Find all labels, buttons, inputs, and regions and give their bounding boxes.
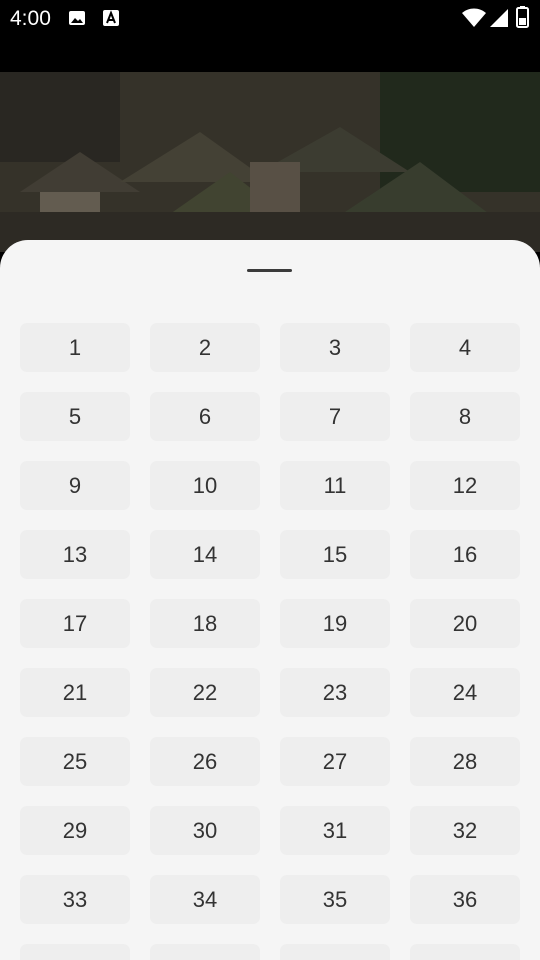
number-tile[interactable]: 30 [150,806,260,855]
number-tile[interactable]: 2 [150,323,260,372]
number-tile[interactable]: 1 [20,323,130,372]
number-tile[interactable]: 29 [20,806,130,855]
number-tile[interactable]: 7 [280,392,390,441]
number-tile[interactable]: 28 [410,737,520,786]
number-tile[interactable]: 27 [280,737,390,786]
number-tile[interactable]: 10 [150,461,260,510]
number-tile[interactable]: 6 [150,392,260,441]
status-bar: 4:00 [0,0,540,72]
background-photo [0,72,540,252]
number-tile[interactable]: 8 [410,392,520,441]
number-tile[interactable]: 17 [20,599,130,648]
number-tile[interactable]: 13 [20,530,130,579]
number-tile[interactable]: 19 [280,599,390,648]
signal-icon [489,8,509,28]
number-tile[interactable]: 34 [150,875,260,924]
number-tile[interactable]: 15 [280,530,390,579]
number-tile[interactable]: 18 [150,599,260,648]
number-tile[interactable]: 3 [280,323,390,372]
status-time: 4:00 [10,7,51,30]
number-tile[interactable]: 4 [410,323,520,372]
number-tile[interactable]: 14 [150,530,260,579]
number-tile[interactable]: 26 [150,737,260,786]
number-tile[interactable]: 21 [20,668,130,717]
number-tile[interactable]: 20 [410,599,520,648]
number-tile[interactable]: 35 [280,875,390,924]
number-tile[interactable] [150,944,260,960]
number-tile[interactable]: 23 [280,668,390,717]
number-tile[interactable]: 32 [410,806,520,855]
image-icon [68,9,86,27]
number-tile[interactable]: 22 [150,668,260,717]
bottom-sheet: 1 2 3 4 5 6 7 8 9 10 11 12 13 14 15 16 17 18 19 20 21 22 23 24 2… [0,240,540,960]
wifi-icon [462,8,486,28]
number-tile[interactable]: 16 [410,530,520,579]
number-tile[interactable]: 25 [20,737,130,786]
text-a-icon [102,9,120,27]
battery-icon [516,6,529,28]
number-tile[interactable]: 24 [410,668,520,717]
number-tile[interactable]: 9 [20,461,130,510]
number-tile[interactable]: 31 [280,806,390,855]
number-grid: 1 2 3 4 5 6 7 8 9 10 11 12 13 14 15 16 17 18 19 20 21 22 23 24 2… [20,323,520,960]
number-tile[interactable] [20,944,130,960]
number-tile[interactable]: 12 [410,461,520,510]
number-tile[interactable] [410,944,520,960]
number-tile[interactable]: 5 [20,392,130,441]
drag-handle[interactable] [247,269,292,272]
number-tile[interactable]: 33 [20,875,130,924]
number-tile[interactable]: 36 [410,875,520,924]
number-tile[interactable]: 11 [280,461,390,510]
number-tile[interactable] [280,944,390,960]
